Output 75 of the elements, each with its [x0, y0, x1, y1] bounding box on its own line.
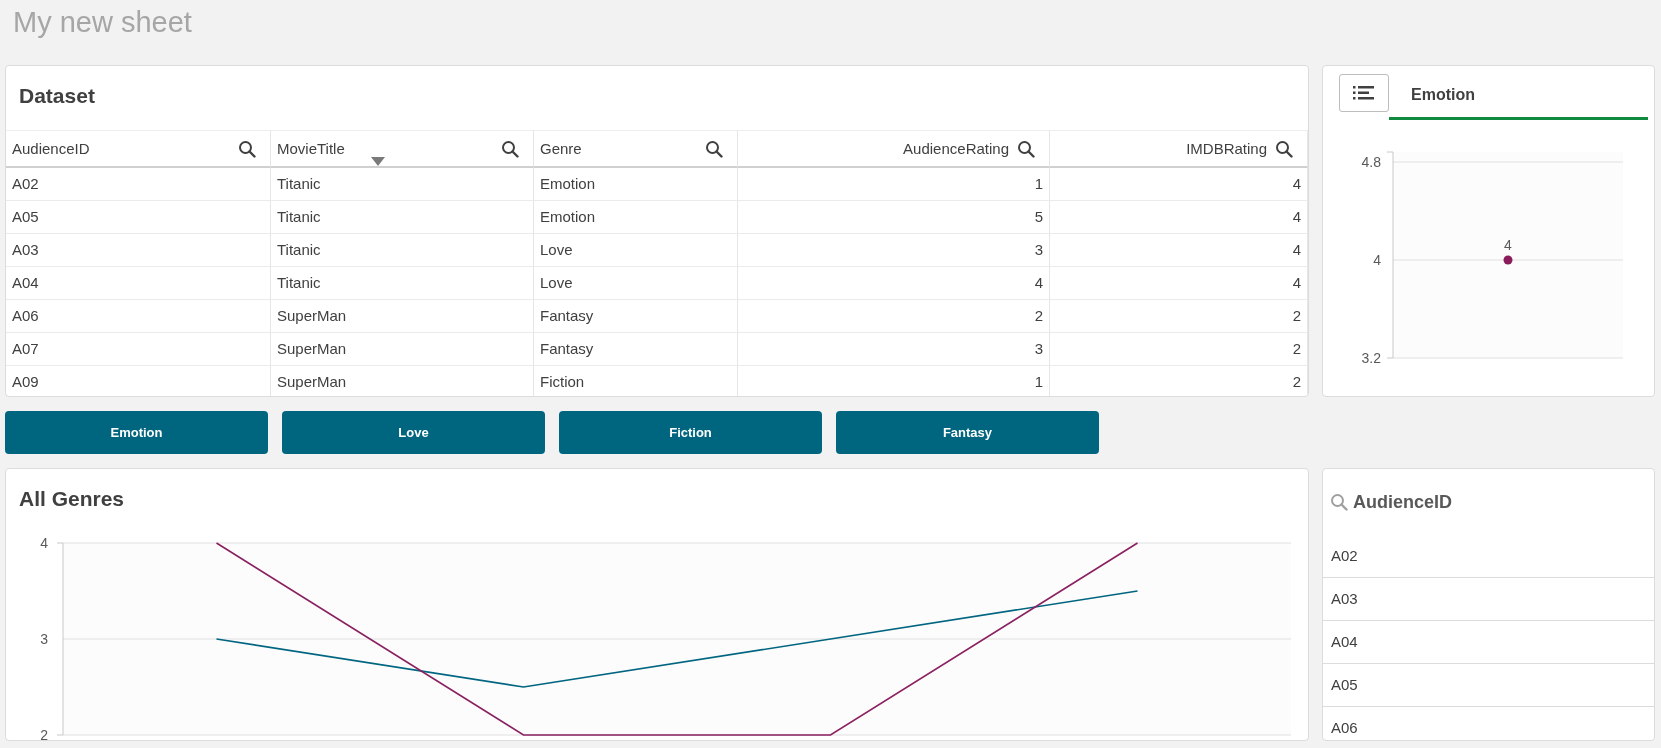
table-cell: 1 [738, 366, 1050, 396]
sheet-title: My new sheet [12, 5, 193, 40]
list-item[interactable]: A03 [1323, 578, 1654, 621]
table-cell: 2 [1050, 366, 1308, 396]
axis-label: 3.2 [1361, 350, 1381, 366]
table-cell: Fantasy [534, 333, 738, 366]
list-item[interactable]: A05 [1323, 664, 1654, 707]
filter-button[interactable]: Emotion [5, 411, 268, 454]
table-cell: 4 [738, 267, 1050, 300]
axis-label: 4 [40, 535, 48, 551]
panel-title: All Genres [18, 486, 126, 512]
table-cell: SuperMan [271, 300, 534, 333]
list-title: AudienceID [1353, 491, 1453, 513]
header-label: MovieTitle [277, 140, 346, 157]
header-label: IMDBRating [1186, 140, 1267, 157]
list-item[interactable]: A06 [1323, 707, 1654, 740]
column-header[interactable]: AudienceID [6, 130, 271, 168]
search-icon[interactable] [501, 139, 519, 158]
table-cell: Love [534, 267, 738, 300]
table-cell: 4 [1050, 267, 1308, 300]
header-label: Genre [540, 140, 583, 157]
search-icon[interactable] [705, 139, 723, 158]
table-cell: 3 [738, 333, 1050, 366]
search-icon[interactable] [1017, 139, 1035, 158]
search-icon[interactable] [238, 139, 256, 158]
table-cell: 1 [738, 168, 1050, 201]
header-label: AudienceRating [903, 140, 1009, 157]
panel-title: Dataset [18, 83, 96, 109]
table-cell: 2 [1050, 333, 1308, 366]
table-cell: SuperMan [271, 366, 534, 396]
table-cell: 3 [738, 234, 1050, 267]
list-item[interactable]: A04 [1323, 621, 1654, 664]
table-cell: SuperMan [271, 333, 534, 366]
table-cell: Titanic [271, 234, 534, 267]
table-cell: 4 [1050, 234, 1308, 267]
axis-label: 2 [40, 727, 48, 740]
filter-button[interactable]: Fantasy [836, 411, 1099, 454]
table-cell: Titanic [271, 267, 534, 300]
column-header[interactable]: Genre [534, 130, 738, 168]
column-header[interactable]: IMDBRating [1050, 130, 1308, 168]
table-cell: 2 [1050, 300, 1308, 333]
data-point [1503, 255, 1513, 265]
table-cell: Emotion [534, 201, 738, 234]
table-cell: A07 [6, 333, 271, 366]
table-cell: A06 [6, 300, 271, 333]
table-cell: Titanic [271, 201, 534, 234]
table-cell: 5 [738, 201, 1050, 234]
data-label: 4 [1504, 237, 1512, 253]
tab[interactable]: Emotion [1389, 72, 1648, 120]
table-cell: Love [534, 234, 738, 267]
table-cell: Fiction [534, 366, 738, 396]
search-icon[interactable] [1275, 139, 1293, 158]
axis-label: 4.8 [1361, 154, 1381, 170]
table-cell: A04 [6, 267, 271, 300]
table-cell: 4 [1050, 201, 1308, 234]
axis-label: 4 [1373, 252, 1381, 268]
table-cell: 4 [1050, 168, 1308, 201]
column-header[interactable]: MovieTitle [271, 130, 534, 168]
list-view-button[interactable] [1339, 74, 1389, 112]
table-cell: Fantasy [534, 300, 738, 333]
list-item[interactable]: A02 [1323, 535, 1654, 578]
table-cell: A05 [6, 201, 271, 234]
table-cell: 2 [738, 300, 1050, 333]
table-cell: Titanic [271, 168, 534, 201]
filter-button[interactable]: Love [282, 411, 545, 454]
list-icon [1353, 86, 1375, 100]
filter-button[interactable]: Fiction [559, 411, 822, 454]
table-cell: A03 [6, 234, 271, 267]
header-label: AudienceID [12, 140, 91, 157]
table-cell: A09 [6, 366, 271, 396]
table-cell: A02 [6, 168, 271, 201]
axis-label: 3 [40, 631, 48, 647]
column-header[interactable]: AudienceRating [738, 130, 1050, 168]
table-cell: Emotion [534, 168, 738, 201]
sort-indicator-icon [371, 157, 385, 166]
